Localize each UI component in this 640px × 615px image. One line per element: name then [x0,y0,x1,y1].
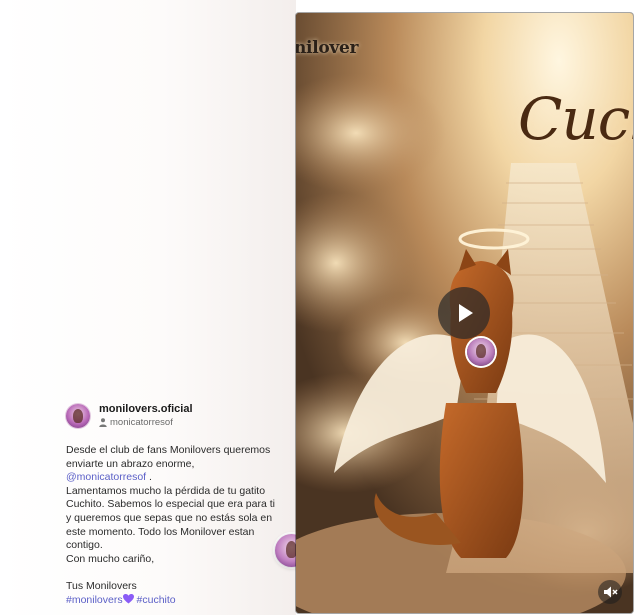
author-handle[interactable]: monicatorresof [110,417,173,428]
user-icon [99,418,107,427]
post-details: monilovers.oficial monicatorresof Desde … [66,403,288,607]
caption: Desde el club de fans Monilovers queremo… [66,444,288,607]
mention-line: @monicatorresof . [66,471,288,485]
mention-link[interactable]: @monicatorresof [66,471,146,483]
caption-line: enviarte un abrazo enorme, [66,457,195,470]
page: monilovers.oficial monicatorresof Desde … [0,0,640,615]
purple-heart-icon [122,593,134,604]
caption-line: y queremos que sepas que no estás sola e… [66,511,273,524]
caption-line: Con mucho cariño, [66,552,155,565]
play-icon[interactable] [438,287,490,339]
volume-mute-icon[interactable] [598,580,622,604]
caption-line: Cuchito. Sabemos lo especial que era par… [66,498,275,511]
caption-line: Desde el club de fans Monilovers queremo… [66,444,271,456]
signoff: Tus Monilovers [66,579,137,592]
video-title-overlay: Cuch [518,85,633,153]
caption-line: Lamentamos mucho la pérdida de tu gatito [66,484,266,497]
author-row[interactable]: monilovers.oficial monicatorresof [66,403,288,430]
caption-line: este momento. Todo los Monilover estan [66,525,255,538]
video-player[interactable]: nilover Cuch [296,13,633,613]
avatar[interactable] [66,404,90,428]
mention-suffix: . [146,471,152,484]
caption-line: contigo. [66,539,103,552]
hashtags-line: #monilovers #cuchito [66,593,288,608]
avatar[interactable] [467,338,495,366]
author-name[interactable]: monilovers.oficial [99,403,193,415]
author-handle-row[interactable]: monicatorresof [99,417,173,428]
hashtag-link[interactable]: #cuchito [137,594,176,606]
video-watermark: nilover [296,38,359,58]
hashtag-link[interactable]: #monilovers [66,594,123,606]
